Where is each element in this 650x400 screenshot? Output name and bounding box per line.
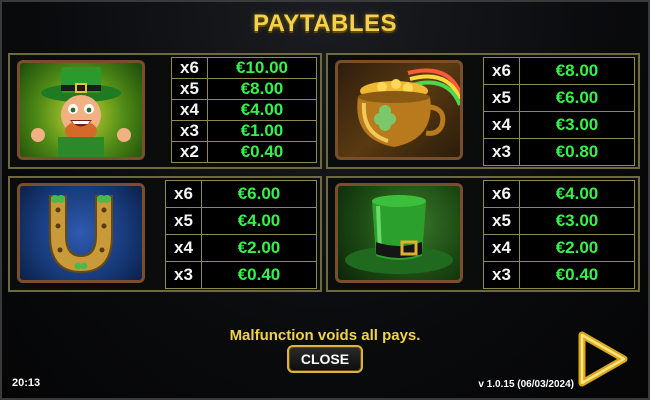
payout-amount: €2.00 bbox=[555, 238, 599, 257]
payout-row: x6 €4.00 bbox=[483, 180, 635, 208]
multiplier-label: x4 bbox=[484, 235, 520, 261]
payout-row: x4 €2.00 bbox=[483, 234, 635, 262]
payout-amount: €4.00 bbox=[237, 211, 281, 230]
payout-amount: €2.00 bbox=[237, 238, 281, 257]
payout-row: x5 €6.00 bbox=[483, 84, 635, 112]
multiplier-label: x6 bbox=[166, 181, 202, 207]
multiplier-label: x5 bbox=[484, 208, 520, 234]
multiplier-label: x3 bbox=[172, 121, 208, 141]
payout-amount: €8.00 bbox=[240, 79, 284, 98]
payout-amount: €4.00 bbox=[240, 100, 284, 119]
multiplier-label: x6 bbox=[484, 58, 520, 84]
payout-row: x5 €3.00 bbox=[483, 207, 635, 235]
close-button[interactable]: CLOSE bbox=[287, 345, 363, 373]
multiplier-label: x5 bbox=[166, 208, 202, 234]
pot-of-gold-icon bbox=[335, 60, 463, 160]
payout-list: x6 €8.00 x5 €6.00 x4 €3.00 x3 €0.80 bbox=[483, 55, 635, 166]
paytable-panel-horseshoe: x6 €6.00 x5 €4.00 x4 €2.00 x3 €0.40 bbox=[8, 176, 322, 292]
page-title: PAYTABLES bbox=[252, 10, 398, 37]
paytable-panel-leprechaun: x6 €10.00 x5 €8.00 x4 €4.00 x3 €1.00 x2 … bbox=[8, 53, 322, 169]
payout-amount: €0.40 bbox=[237, 265, 281, 284]
multiplier-label: x3 bbox=[484, 139, 520, 165]
next-page-arrow-icon[interactable] bbox=[574, 329, 630, 389]
multiplier-label: x6 bbox=[484, 181, 520, 207]
payout-amount: €3.00 bbox=[555, 211, 599, 230]
multiplier-label: x4 bbox=[166, 235, 202, 261]
multiplier-label: x3 bbox=[166, 262, 202, 288]
payout-amount: €8.00 bbox=[555, 61, 599, 80]
payout-list: x6 €4.00 x5 €3.00 x4 €2.00 x3 €0.40 bbox=[483, 178, 635, 289]
leprechaun-icon bbox=[17, 60, 145, 160]
multiplier-label: x6 bbox=[172, 58, 208, 78]
payout-row: x4 €4.00 bbox=[171, 99, 317, 121]
payout-amount: €0.80 bbox=[555, 142, 599, 161]
payout-row: x6 €10.00 bbox=[171, 57, 317, 79]
payout-amount: €0.40 bbox=[240, 142, 284, 161]
green-top-hat-icon bbox=[335, 183, 463, 283]
paytable-panel-top-hat: x6 €4.00 x5 €3.00 x4 €2.00 x3 €0.40 bbox=[326, 176, 640, 292]
multiplier-label: x4 bbox=[172, 100, 208, 120]
multiplier-label: x3 bbox=[484, 262, 520, 288]
payout-row: x3 €0.40 bbox=[483, 261, 635, 289]
multiplier-label: x5 bbox=[172, 79, 208, 99]
paytable-panel-pot-of-gold: x6 €8.00 x5 €6.00 x4 €3.00 x3 €0.80 bbox=[326, 53, 640, 169]
clock-display: 20:13 bbox=[12, 377, 41, 389]
version-label: v 1.0.15 (06/03/2024) bbox=[478, 379, 574, 390]
payout-row: x4 €3.00 bbox=[483, 111, 635, 139]
payout-list: x6 €6.00 x5 €4.00 x4 €2.00 x3 €0.40 bbox=[165, 178, 317, 289]
multiplier-label: x5 bbox=[484, 85, 520, 111]
payout-row: x3 €0.80 bbox=[483, 138, 635, 166]
payout-amount: €3.00 bbox=[555, 115, 599, 134]
multiplier-label: x2 bbox=[172, 142, 208, 162]
malfunction-notice: Malfunction voids all pays. bbox=[229, 327, 421, 344]
payout-row: x6 €8.00 bbox=[483, 57, 635, 85]
payout-amount: €6.00 bbox=[555, 88, 599, 107]
payout-amount: €4.00 bbox=[555, 184, 599, 203]
payout-row: x4 €2.00 bbox=[165, 234, 317, 262]
payout-row: x2 €0.40 bbox=[171, 141, 317, 163]
payout-amount: €0.40 bbox=[555, 265, 599, 284]
payout-amount: €10.00 bbox=[236, 58, 288, 77]
payout-row: x3 €1.00 bbox=[171, 120, 317, 142]
payout-amount: €1.00 bbox=[240, 121, 284, 140]
payout-row: x3 €0.40 bbox=[165, 261, 317, 289]
payout-row: x5 €8.00 bbox=[171, 78, 317, 100]
horseshoe-icon bbox=[17, 183, 145, 283]
payout-row: x6 €6.00 bbox=[165, 180, 317, 208]
payout-list: x6 €10.00 x5 €8.00 x4 €4.00 x3 €1.00 x2 … bbox=[171, 55, 317, 163]
multiplier-label: x4 bbox=[484, 112, 520, 138]
payout-amount: €6.00 bbox=[237, 184, 281, 203]
payout-row: x5 €4.00 bbox=[165, 207, 317, 235]
